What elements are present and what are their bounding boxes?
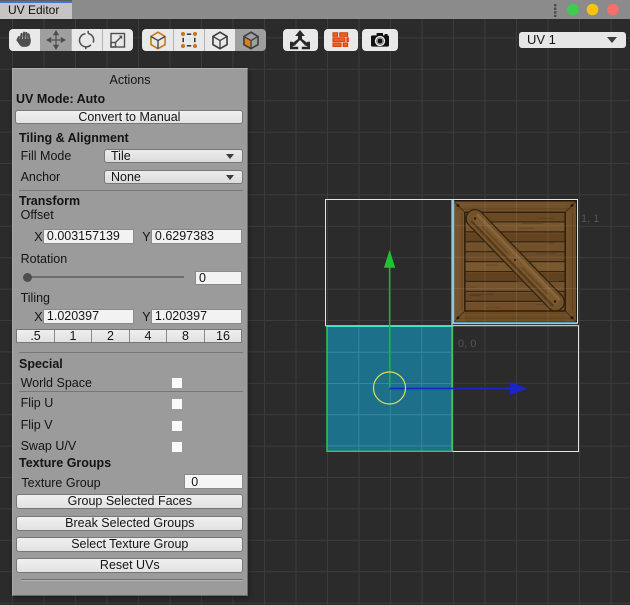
svg-text:0, 0: 0, 0	[458, 338, 476, 350]
svg-text:1, 1: 1, 1	[581, 213, 599, 225]
